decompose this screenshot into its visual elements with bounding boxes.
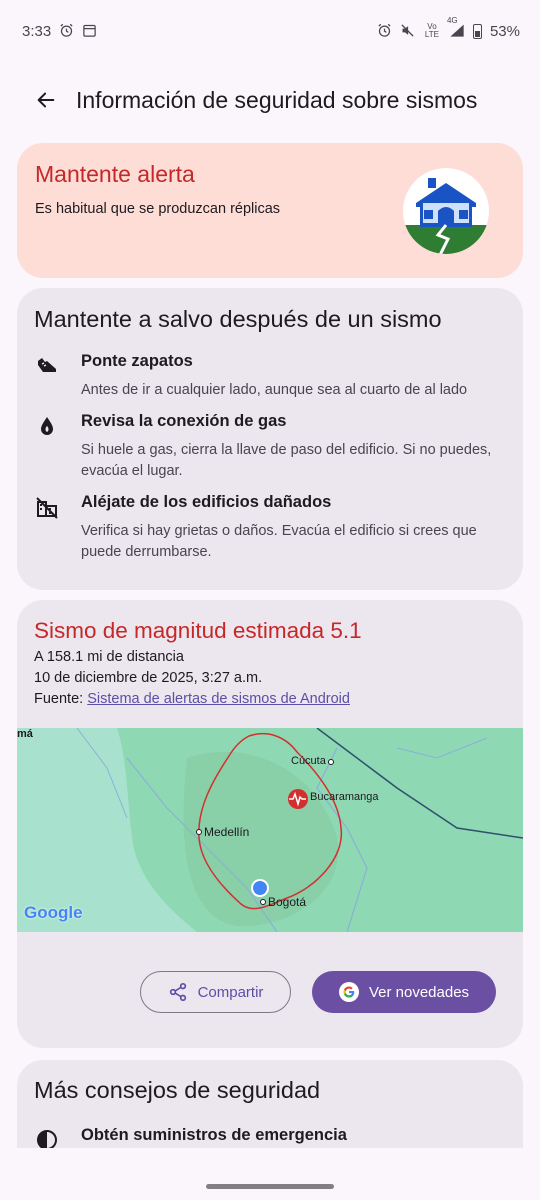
tip-title: Revisa la conexión de gas xyxy=(81,412,287,430)
cracked-house-illustration xyxy=(403,168,489,254)
calendar-icon xyxy=(82,23,97,40)
aftershock-alert-card: Mantente alerta Es habitual que se produ… xyxy=(17,143,523,278)
tip-title: Ponte zapatos xyxy=(81,352,193,370)
map-label-edge: má xyxy=(17,728,33,740)
gas-drop-icon xyxy=(41,417,53,435)
share-button[interactable]: Compartir xyxy=(140,971,291,1013)
share-icon xyxy=(169,983,186,1002)
mute-icon xyxy=(400,23,415,40)
tip-title: Aléjate de los edificios dañados xyxy=(81,493,332,511)
earthquake-map[interactable]: má Cúcuta Bucaramanga Medellín Bogotá Go… xyxy=(17,728,523,932)
share-button-label: Compartir xyxy=(197,983,264,1001)
google-g-icon xyxy=(338,982,359,1002)
view-news-button[interactable]: Ver novedades xyxy=(312,971,496,1013)
alarm-icon xyxy=(59,23,74,40)
view-news-button-label: Ver novedades xyxy=(368,983,470,1001)
map-label-cucuta: Cúcuta xyxy=(291,755,326,767)
gesture-nav-bar[interactable] xyxy=(206,1184,334,1189)
tip-text: Antes de ir a cualquier lado, aunque sea… xyxy=(81,382,468,398)
battery-icon xyxy=(472,23,482,39)
tip-text: Si huele a gas, cierra la llave de paso … xyxy=(81,442,492,479)
status-time: 3:33 xyxy=(22,22,52,40)
signal-icon: 4G xyxy=(447,17,465,39)
status-bar-right: Vo LTE 4G 53% xyxy=(377,17,520,40)
map-label-bogota: Bogotá xyxy=(268,895,307,909)
source-link[interactable]: Sistema de alertas de sismos de Android xyxy=(87,691,350,707)
battery-percent: 53% xyxy=(489,22,520,40)
quake-distance: A 158.1 mi de distancia xyxy=(34,649,184,665)
alert-title: Mantente alerta xyxy=(35,161,195,187)
source-label: Fuente: xyxy=(34,691,84,707)
tip-text: Verifica si hay grietas o daños. Evacúa … xyxy=(81,523,477,560)
more-tips-heading: Más consejos de seguridad xyxy=(34,1077,321,1103)
status-bar: 3:33 Vo LTE 4G 53% xyxy=(0,0,540,62)
safety-tips-card: Mantente a salvo después de un sismo Pon… xyxy=(17,288,523,590)
google-logo: Google xyxy=(24,903,83,922)
damaged-building-icon xyxy=(36,497,58,519)
map-label-medellin: Medellín xyxy=(204,825,250,839)
volte-indicator: Vo LTE xyxy=(424,22,439,39)
arrow-back-icon xyxy=(37,92,55,108)
shoe-icon xyxy=(38,358,56,372)
tip-title: Obtén suministros de emergencia xyxy=(81,1126,347,1144)
network-type: 4G xyxy=(446,16,458,25)
safety-heading: Mantente a salvo después de un sismo xyxy=(34,306,442,332)
back-button[interactable] xyxy=(26,80,66,120)
alarm-icon xyxy=(377,23,392,40)
earthquake-info-card: Sismo de magnitud estimada 5.1 A 158.1 m… xyxy=(17,600,523,1048)
quake-datetime: 10 de diciembre de 2025, 3:27 a.m. xyxy=(34,670,263,686)
status-bar-left: 3:33 xyxy=(22,23,97,40)
bottom-fade xyxy=(0,1148,540,1200)
alert-subtitle: Es habitual que se produzcan réplicas xyxy=(35,201,281,217)
page-title: Información de seguridad sobre sismos xyxy=(76,86,478,113)
quake-source: Fuente: Sistema de alertas de sismos de … xyxy=(34,691,350,707)
app-bar: Información de seguridad sobre sismos xyxy=(0,70,540,130)
map-label-bucaramanga: Bucaramanga xyxy=(310,791,379,803)
quake-title: Sismo de magnitud estimada 5.1 xyxy=(34,618,362,643)
